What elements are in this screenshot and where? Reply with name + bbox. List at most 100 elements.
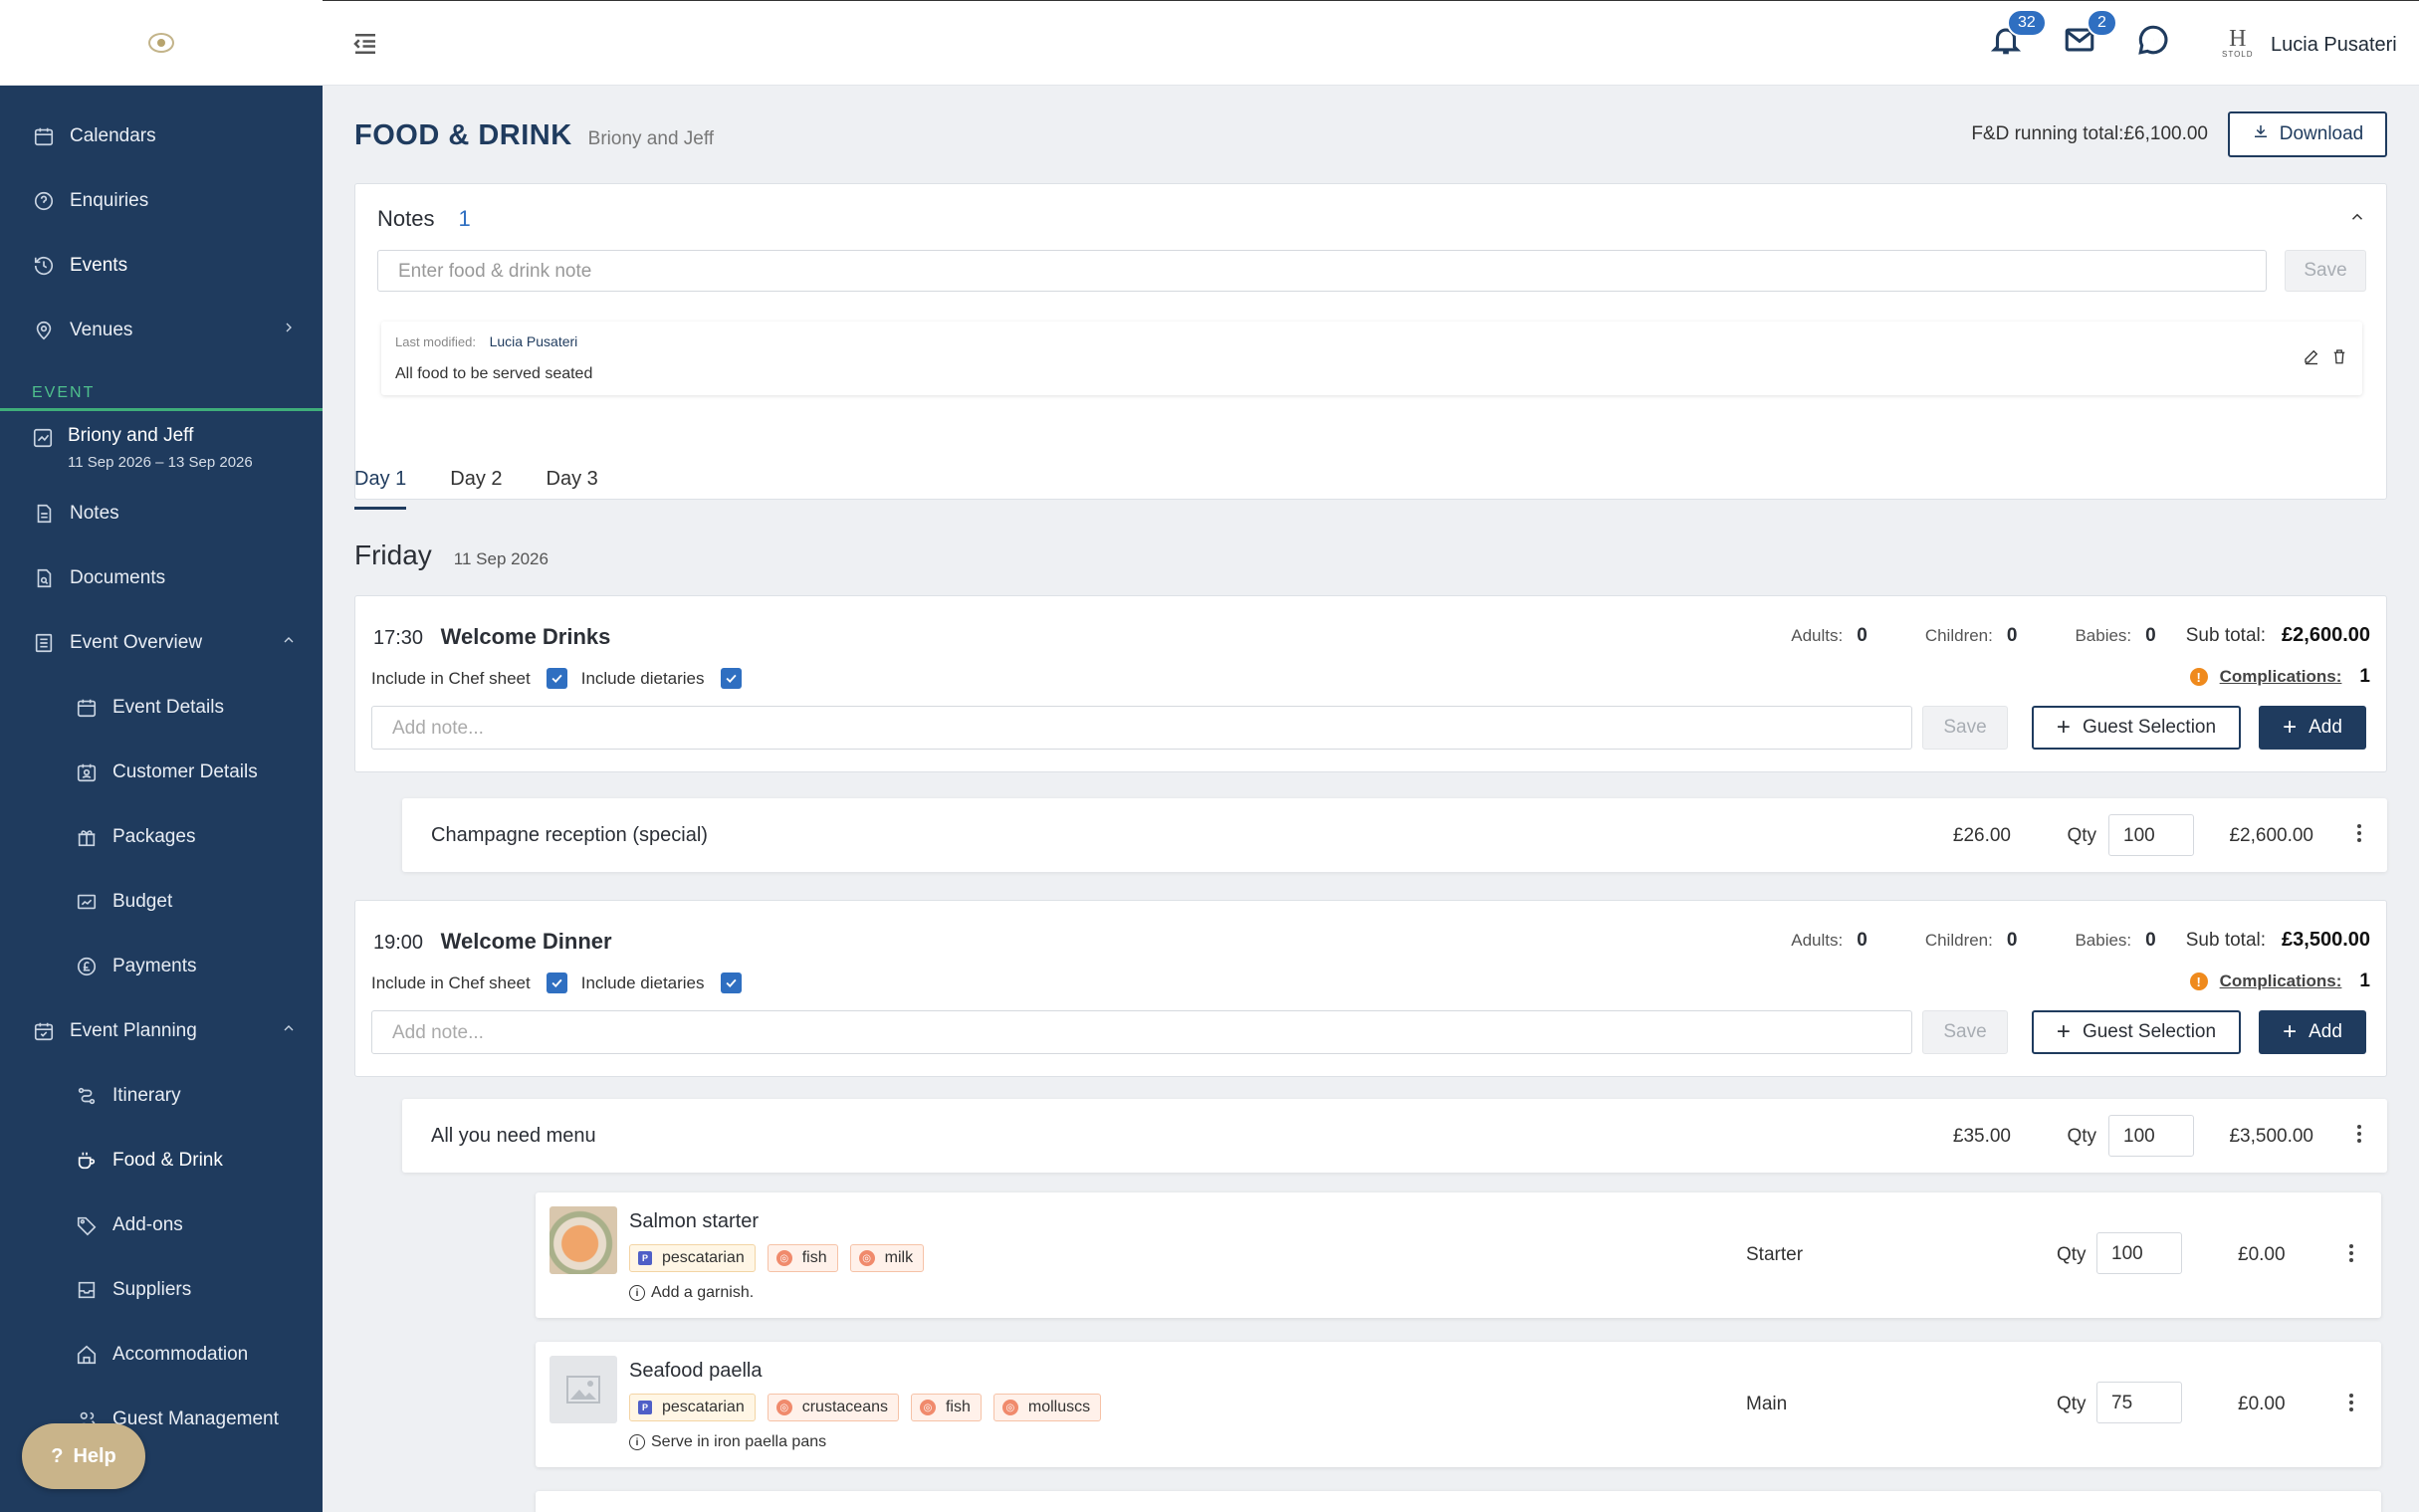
save-event-note-button[interactable]: Save xyxy=(1922,1010,2008,1054)
children-label: Children: xyxy=(1924,626,1993,645)
brand-logo[interactable] xyxy=(0,0,323,86)
line-item-name: All you need menu xyxy=(431,1125,596,1147)
sidebar-item-venues[interactable]: Venues xyxy=(0,298,323,362)
add-item-button[interactable]: + Add xyxy=(2259,1010,2366,1054)
dish-note-text: Add a garnish. xyxy=(651,1284,755,1301)
tab-day-2[interactable]: Day 2 xyxy=(450,468,502,510)
sidebar-item-event-overview[interactable]: Event Overview xyxy=(0,610,323,675)
sidebar-item-calendars[interactable]: Calendars xyxy=(0,104,323,168)
chevron-up-icon[interactable] xyxy=(2348,208,2366,231)
quantity-input[interactable]: 100 xyxy=(2108,814,2194,856)
complications-link[interactable]: Complications: xyxy=(2220,972,2342,991)
sidebar-item-label: Itinerary xyxy=(112,1084,181,1106)
include-dietaries-checkbox[interactable] xyxy=(720,972,742,993)
guest-selection-button[interactable]: + Guest Selection xyxy=(2032,706,2241,750)
include-dietaries-checkbox[interactable] xyxy=(720,668,742,689)
complications-link[interactable]: Complications: xyxy=(2220,667,2342,687)
save-note-button[interactable]: Save xyxy=(2285,250,2366,292)
menu-collapse-icon[interactable] xyxy=(350,29,380,64)
quantity-input[interactable]: 100 xyxy=(2108,1115,2194,1157)
guest-selection-button[interactable]: + Guest Selection xyxy=(2032,1010,2241,1054)
chevron-up-icon xyxy=(281,1020,297,1042)
sidebar-item-event-details[interactable]: Event Details xyxy=(0,675,323,740)
line-item-price: £26.00 xyxy=(1952,825,2011,846)
adults-label: Adults: xyxy=(1791,931,1844,950)
download-label: Download xyxy=(2279,123,2364,144)
event-options: Include in Chef sheet Include dietaries xyxy=(371,668,756,689)
chat-bubble-icon xyxy=(2136,25,2170,61)
sidebar-item-budget[interactable]: Budget xyxy=(0,869,323,934)
day-name: Friday xyxy=(354,540,432,570)
calendar-check-icon xyxy=(32,1019,56,1043)
sidebar-item-enquiries[interactable]: Enquiries xyxy=(0,168,323,233)
include-chef-checkbox[interactable] xyxy=(546,972,567,993)
calendar-icon xyxy=(32,124,56,148)
more-options-icon[interactable] xyxy=(2357,1125,2361,1143)
more-options-icon[interactable] xyxy=(2349,1244,2353,1262)
event-note-input[interactable]: Add note... xyxy=(371,706,1912,750)
add-item-button[interactable]: + Add xyxy=(2259,706,2366,750)
dish-item: Salmon starter Ppescatarian ◎ fish ◎ milk … xyxy=(536,1192,2381,1318)
event-time: 19:00 xyxy=(373,932,424,954)
help-button[interactable]: ? Help xyxy=(22,1423,145,1489)
sidebar-item-documents[interactable]: Documents xyxy=(0,545,323,610)
inbox-icon xyxy=(75,1278,99,1302)
sidebar-item-itinerary[interactable]: Itinerary xyxy=(0,1063,323,1128)
allergen-icon: ◎ xyxy=(1001,1400,1018,1415)
home-icon xyxy=(75,1343,99,1367)
sidebar-item-customer-details[interactable]: Customer Details xyxy=(0,740,323,804)
save-event-note-button[interactable]: Save xyxy=(1922,706,2008,750)
add-label: Add xyxy=(2309,717,2342,738)
tab-day-1[interactable]: Day 1 xyxy=(354,468,407,510)
messages-button[interactable]: 2 xyxy=(2063,9,2117,63)
event-card-welcome-drinks: 17:30 Welcome Drinks Adults: 0 Children: 0… xyxy=(354,595,2387,772)
notes-title: Notes xyxy=(377,206,435,231)
pescatarian-icon: P xyxy=(638,1401,652,1414)
sidebar-item-payments[interactable]: Payments xyxy=(0,934,323,998)
quantity-input[interactable]: 75 xyxy=(2096,1382,2182,1423)
notifications-button[interactable]: 32 xyxy=(1989,9,2047,63)
food-drink-note-input[interactable]: Enter food & drink note xyxy=(377,250,2267,292)
edit-icon[interactable] xyxy=(2303,347,2320,370)
sidebar-item-notes[interactable]: Notes xyxy=(0,481,323,545)
tag-label: fish xyxy=(801,1249,827,1266)
dish-tags: Ppescatarian ◎ fish ◎ milk xyxy=(629,1244,925,1272)
sidebar-item-events[interactable]: Events xyxy=(0,233,323,298)
sidebar-item-suppliers[interactable]: Suppliers xyxy=(0,1257,323,1322)
question-circle-icon xyxy=(32,189,56,213)
sidebar-item-event-planning[interactable]: Event Planning xyxy=(0,998,323,1063)
event-heading: 19:00 Welcome Dinner xyxy=(373,929,612,955)
page-title: FOOD & DRINK xyxy=(354,119,572,151)
event-note-input[interactable]: Add note... xyxy=(371,1010,1912,1054)
allergen-tag: ◎ fish xyxy=(910,1394,982,1421)
day-tabs: Day 1 Day 2 Day 3 xyxy=(354,468,598,510)
quantity-input[interactable]: 100 xyxy=(2096,1232,2182,1274)
tab-day-3[interactable]: Day 3 xyxy=(547,468,598,510)
sidebar-item-packages[interactable]: Packages xyxy=(0,804,323,869)
trash-icon[interactable] xyxy=(2330,347,2348,370)
download-button[interactable]: Download xyxy=(2228,111,2387,157)
sidebar-item-accommodation[interactable]: Accommodation xyxy=(0,1322,323,1387)
chart-icon xyxy=(32,427,54,471)
event-title: Briony and Jeff xyxy=(68,425,194,446)
line-item-total: £3,500.00 xyxy=(2229,1126,2313,1147)
chat-button[interactable] xyxy=(2136,23,2176,63)
image-placeholder-icon xyxy=(550,1356,617,1423)
note-actions xyxy=(2303,347,2348,370)
day-header: Friday 11 Sep 2026 xyxy=(354,540,549,571)
include-chef-checkbox[interactable] xyxy=(546,668,567,689)
sidebar-item-add-ons[interactable]: Add-ons xyxy=(0,1192,323,1257)
pescatarian-icon: P xyxy=(638,1251,652,1265)
sidebar-item-food-drink[interactable]: Food & Drink xyxy=(0,1128,323,1192)
dish-name: Seafood paella xyxy=(629,1360,763,1382)
allergen-tag: ◎ fish xyxy=(767,1244,838,1272)
history-icon xyxy=(32,254,56,278)
notes-header: Notes 1 xyxy=(377,206,471,232)
current-event[interactable]: Briony and Jeff 11 Sep 2026 – 13 Sep 202… xyxy=(0,411,323,481)
user-menu[interactable]: Lucia Pusateri xyxy=(2271,34,2397,57)
adults-value: 0 xyxy=(1857,930,1868,951)
contact-card-icon xyxy=(75,760,99,784)
warning-icon: ! xyxy=(2189,668,2208,686)
more-options-icon[interactable] xyxy=(2349,1394,2353,1411)
more-options-icon[interactable] xyxy=(2357,824,2361,842)
